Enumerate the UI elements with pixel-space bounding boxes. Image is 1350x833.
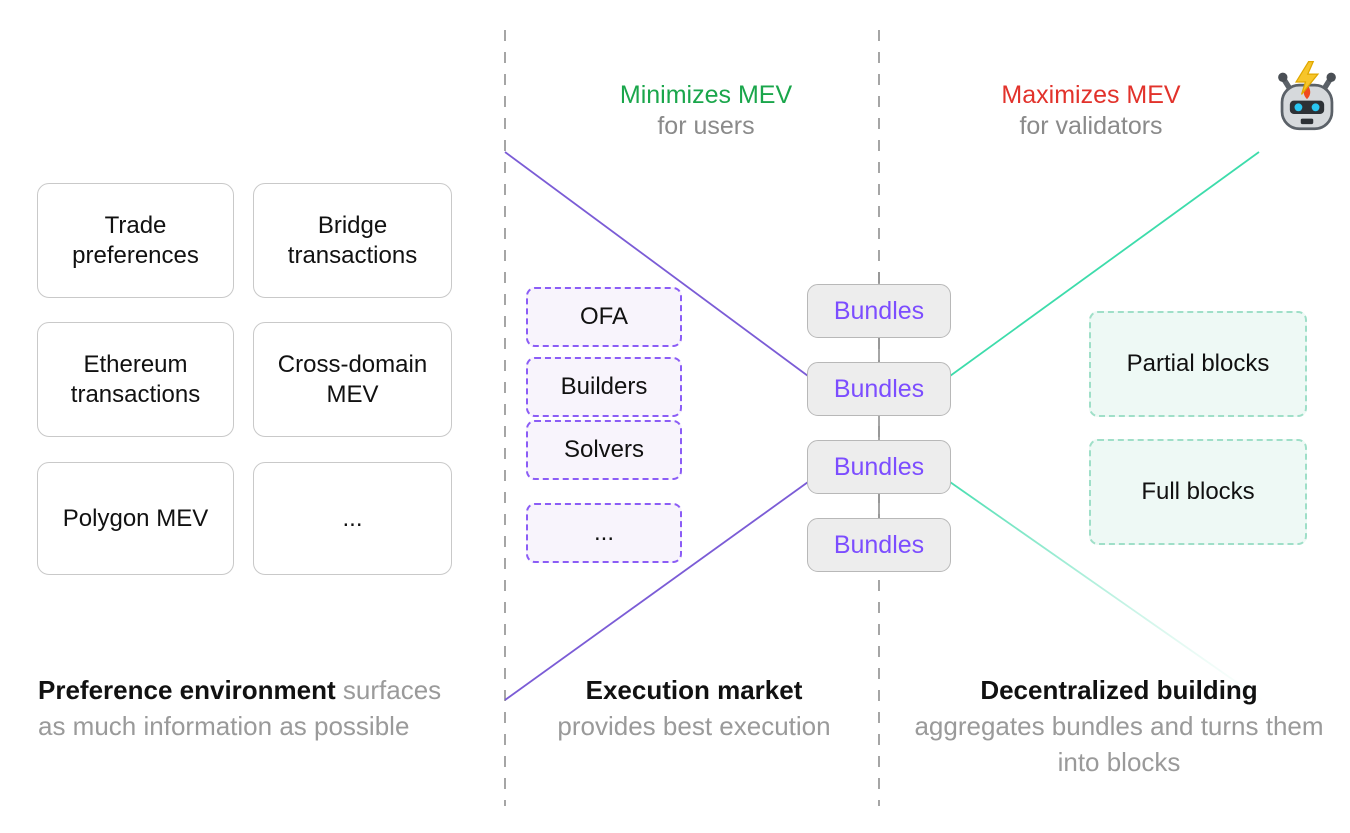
caption-strong: Preference environment xyxy=(38,675,336,705)
caption-decentralized-building: Decentralized building aggregates bundle… xyxy=(902,673,1336,781)
block-box-partial-blocks[interactable]: Partial blocks xyxy=(1089,311,1307,417)
block-box-label: Full blocks xyxy=(1141,478,1255,505)
market-box-ofa[interactable]: OFA xyxy=(526,287,682,347)
bundle-box-label: Bundles xyxy=(833,530,925,559)
header-minimizes-mev-line1: Minimizes MEV xyxy=(619,81,793,109)
diagram-canvas: Minimizes MEV for users Maximizes MEV fo… xyxy=(0,0,1350,833)
market-box-label: Solvers xyxy=(563,436,645,463)
market-box-label: ... xyxy=(593,519,614,546)
bundle-box-label: Bundles xyxy=(833,374,925,403)
market-box-builders[interactable]: Builders xyxy=(526,357,682,417)
preference-card-label: Bridge transactions xyxy=(287,212,418,269)
preference-card-label: Ethereum transactions xyxy=(70,351,201,408)
block-box-label: Partial blocks xyxy=(1126,350,1270,377)
header-maximizes-mev-line2: for validators xyxy=(1019,112,1163,141)
caption-strong: Decentralized building xyxy=(980,675,1258,705)
preference-card-more[interactable]: ... xyxy=(253,462,452,575)
header-maximizes-mev: Maximizes MEV for validators xyxy=(956,80,1226,143)
header-minimizes-mev: Minimizes MEV for users xyxy=(571,80,841,143)
bundle-box-2[interactable]: Bundles xyxy=(807,362,951,416)
preference-card-trade-preferences[interactable]: Trade preferences xyxy=(37,183,234,298)
preference-card-bridge-transactions[interactable]: Bridge transactions xyxy=(253,183,452,298)
market-box-more[interactable]: ... xyxy=(526,503,682,563)
robot-icon xyxy=(1278,61,1336,131)
market-box-label: Builders xyxy=(560,373,648,400)
preference-card-label: Trade preferences xyxy=(72,212,199,269)
caption-rest: aggregates bundles and turns them into b… xyxy=(914,710,1324,777)
bundle-box-label: Bundles xyxy=(833,296,925,325)
bundle-box-1[interactable]: Bundles xyxy=(807,284,951,338)
preference-card-cross-domain-mev[interactable]: Cross-domain MEV xyxy=(253,322,452,437)
market-box-label: OFA xyxy=(579,303,628,330)
preference-card-label: Polygon MEV xyxy=(62,504,209,532)
preference-card-polygon-mev[interactable]: Polygon MEV xyxy=(37,462,234,575)
preference-card-label: Cross-domain MEV xyxy=(277,351,428,408)
bundle-box-label: Bundles xyxy=(833,452,925,481)
market-box-solvers[interactable]: Solvers xyxy=(526,420,682,480)
caption-execution-market: Execution market provides best execution xyxy=(524,673,864,745)
bundle-box-3[interactable]: Bundles xyxy=(807,440,951,494)
header-minimizes-mev-line2: for users xyxy=(657,112,755,141)
preference-card-ethereum-transactions[interactable]: Ethereum transactions xyxy=(37,322,234,437)
preference-card-label: ... xyxy=(342,504,363,532)
caption-rest: provides best execution xyxy=(557,710,831,741)
header-maximizes-mev-line1: Maximizes MEV xyxy=(1001,81,1181,109)
block-box-full-blocks[interactable]: Full blocks xyxy=(1089,439,1307,545)
caption-strong: Execution market xyxy=(585,675,803,705)
caption-preference-environment: Preference environment surfaces as much … xyxy=(38,673,468,745)
bundle-box-4[interactable]: Bundles xyxy=(807,518,951,572)
